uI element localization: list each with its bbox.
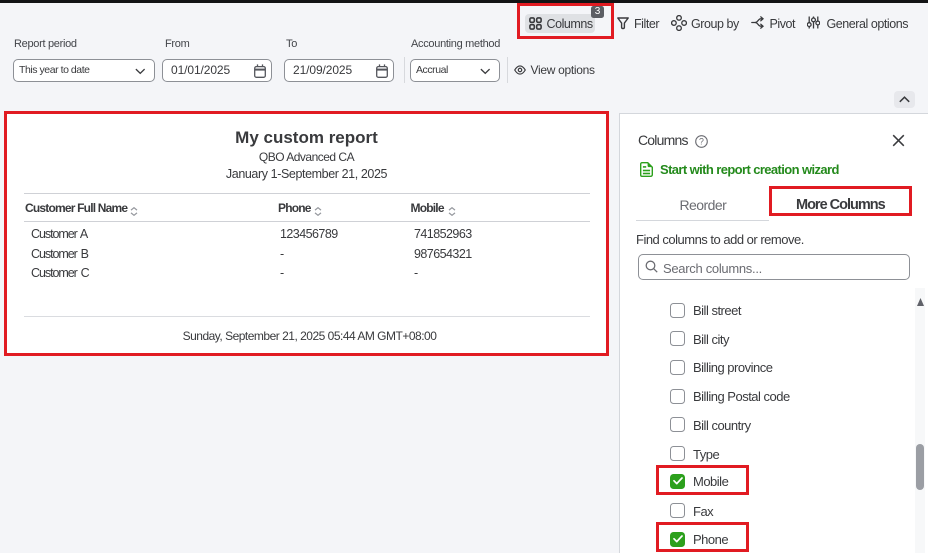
svg-text:?: ? (699, 137, 704, 147)
